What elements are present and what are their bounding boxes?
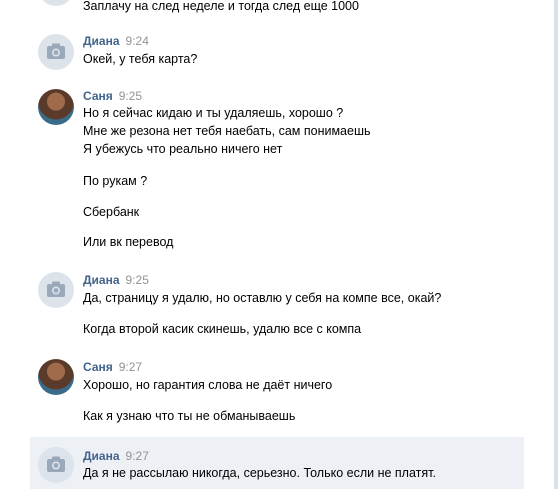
message-group-highlighted: Диана 9:27 Да я не рассылаю никогда, серь… — [30, 437, 524, 489]
avatar[interactable] — [38, 359, 74, 395]
message-time[interactable]: 9:27 — [126, 449, 149, 463]
message-text: Я убежусь что реально ничего нет — [83, 142, 283, 156]
message-header: Саня 9:25 — [83, 89, 142, 103]
message-header: Саня 9:27 — [83, 360, 142, 374]
chat-history: Заплачу на след неделе и тогда след еще … — [0, 0, 558, 489]
message-text: Хорошо, но гарантия слова не даёт ничего — [83, 378, 333, 392]
avatar[interactable] — [38, 34, 74, 70]
message-text: Но я сейчас кидаю и ты удаляешь, хорошо … — [83, 106, 344, 120]
avatar[interactable] — [38, 0, 74, 6]
message-text: Когда второй касик скинешь, удалю все с … — [83, 322, 362, 336]
message-group: Саня 9:27 Хорошо, но гарантия слова не да… — [30, 354, 524, 430]
message-time[interactable]: 9:25 — [119, 89, 142, 103]
avatar[interactable] — [38, 89, 74, 125]
message-text: Да, страницу я удалю, но оставлю у себя … — [83, 291, 442, 305]
message-group: Саня 9:25 Но я сейчас кидаю и ты удаляешь… — [30, 84, 524, 258]
message-text: Как я узнаю что ты не обманываешь — [83, 409, 296, 423]
message-time[interactable]: 9:25 — [126, 273, 149, 287]
author-name[interactable]: Диана — [83, 34, 120, 48]
message-text: По рукам ? — [83, 174, 148, 188]
author-name[interactable]: Диана — [83, 273, 120, 287]
message-time[interactable]: 9:24 — [126, 34, 149, 48]
message-text: Сбербанк — [83, 205, 140, 219]
author-name[interactable]: Саня — [83, 360, 113, 374]
camera-icon — [47, 281, 65, 297]
message-group: Диана 9:25 Да, страницу я удалю, но остав… — [30, 268, 524, 344]
avatar[interactable] — [38, 447, 74, 483]
message-group: Диана 9:24 Окей, у тебя карта? — [30, 28, 524, 78]
message-time[interactable]: 9:27 — [119, 360, 142, 374]
message-text: Окей, у тебя карта? — [83, 52, 198, 66]
message-text: Заплачу на след неделе и тогда след еще … — [83, 0, 359, 13]
author-name[interactable]: Саня — [83, 89, 113, 103]
avatar[interactable] — [38, 272, 74, 308]
camera-icon — [38, 0, 74, 6]
camera-icon — [47, 456, 65, 472]
camera-icon — [47, 43, 65, 59]
message-header: Диана 9:27 — [83, 449, 149, 463]
panel-border — [554, 0, 558, 489]
message-header: Диана 9:25 — [83, 273, 149, 287]
message-text: Или вк перевод — [83, 235, 174, 249]
message-header: Диана 9:24 — [83, 34, 149, 48]
message-text: Мне же резона нет тебя наебать, сам пони… — [83, 124, 371, 138]
message-text: Да я не рассылаю никогда, серьезно. Толь… — [83, 466, 436, 480]
author-name[interactable]: Диана — [83, 449, 120, 463]
message-partial: Заплачу на след неделе и тогда след еще … — [30, 0, 524, 13]
